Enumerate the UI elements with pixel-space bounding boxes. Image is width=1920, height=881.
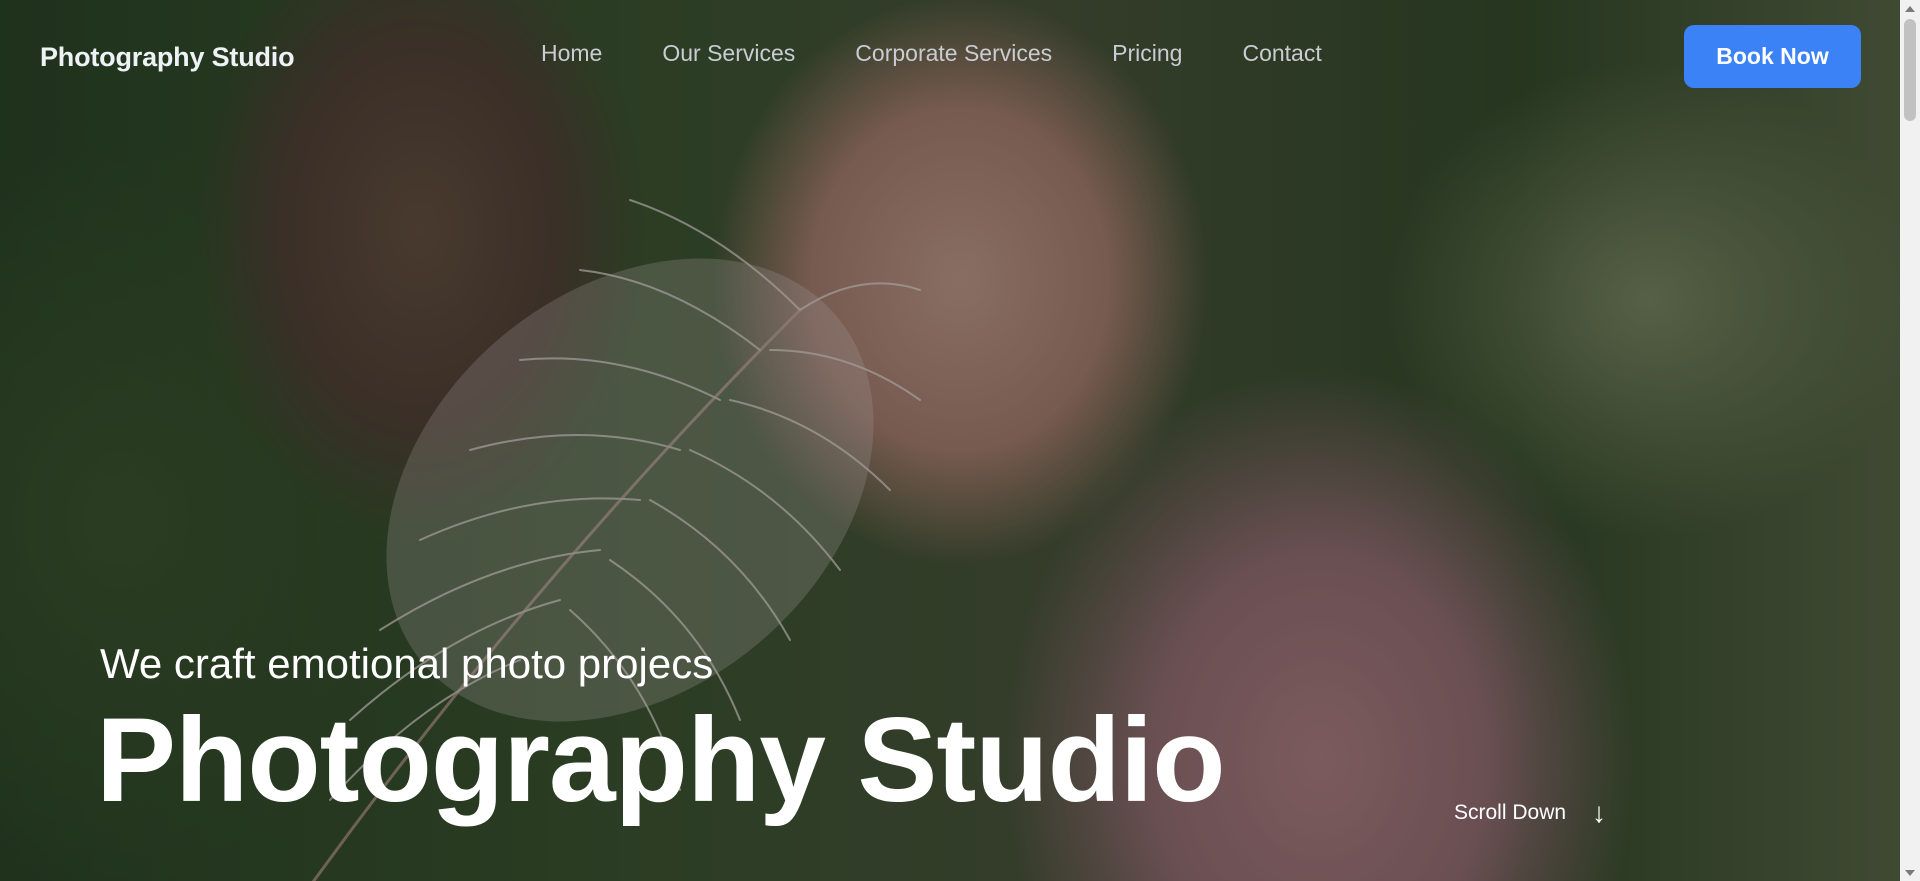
top-navbar: Photography Studio Home Our Services Cor…	[0, 0, 1900, 110]
arrow-down-icon: ↓	[1592, 797, 1607, 828]
page-scrollbar[interactable]	[1900, 0, 1920, 881]
page: Photography Studio Home Our Services Cor…	[0, 0, 1920, 881]
nav-links: Home Our Services Corporate Services Pri…	[541, 40, 1322, 67]
nav-link-corporate-services[interactable]: Corporate Services	[855, 40, 1052, 67]
brand-logo[interactable]: Photography Studio	[40, 42, 295, 73]
scrollbar-thumb[interactable]	[1904, 19, 1916, 121]
scroll-down-label: Scroll Down	[1454, 801, 1567, 824]
nav-link-our-services[interactable]: Our Services	[662, 40, 795, 67]
hero-tagline: We craft emotional photo projecs	[100, 640, 714, 687]
scroll-up-arrow-icon[interactable]	[1900, 0, 1920, 17]
nav-link-home[interactable]: Home	[541, 40, 602, 67]
nav-link-pricing[interactable]: Pricing	[1112, 40, 1182, 67]
scroll-down-link[interactable]: Scroll Down ↓	[1454, 799, 1606, 827]
scroll-down-arrow-icon[interactable]	[1900, 864, 1920, 881]
book-now-button[interactable]: Book Now	[1684, 25, 1861, 88]
nav-link-contact[interactable]: Contact	[1242, 40, 1321, 67]
hero-title: Photography Studio	[96, 693, 1226, 827]
